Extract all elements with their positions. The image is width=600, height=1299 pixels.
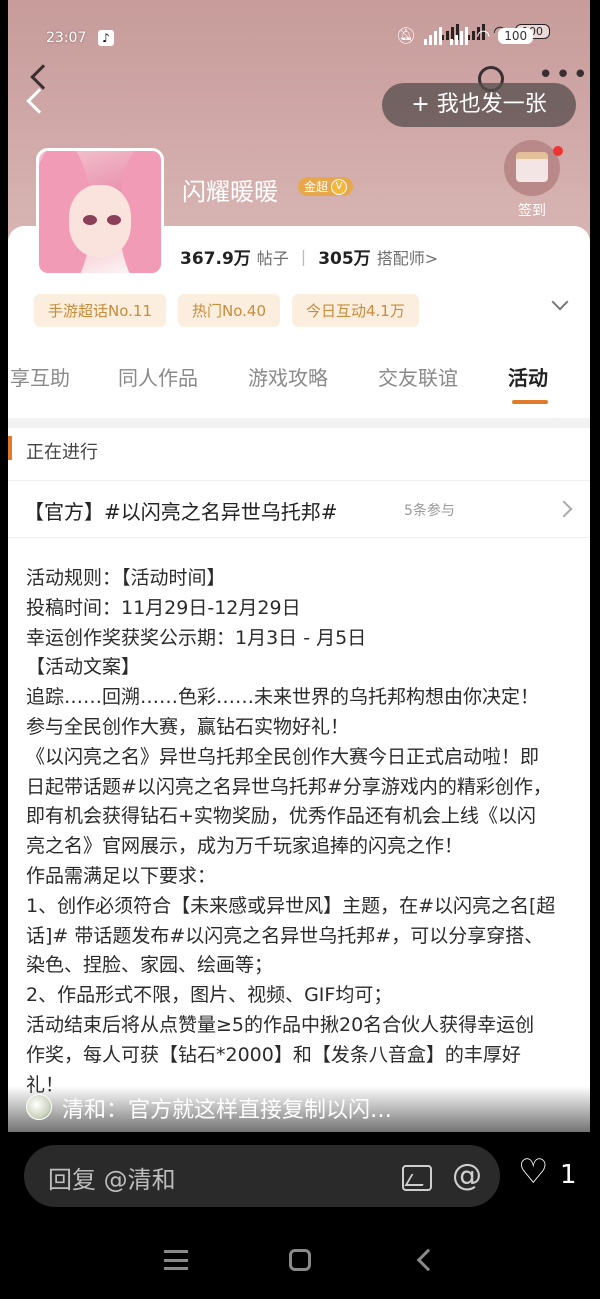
tiktok-icon: ♪	[98, 30, 114, 46]
tab-help[interactable]: 享互助	[10, 362, 70, 391]
tag-rank-mobile[interactable]: 手游超话No.11	[34, 294, 166, 327]
description-line: 活动结束后将从点赞量≥5的作品中揪20名合伙人获得幸运创	[26, 1013, 535, 1036]
nav-back-icon[interactable]	[416, 1248, 440, 1272]
post-image[interactable]: ◠ 100 ••• 签到 闪耀暖暖 金超 V 367.9万 帖子 | 305万 …	[8, 0, 590, 1132]
description-line: 活动规则：【活动时间】	[26, 567, 226, 589]
image-icon[interactable]	[402, 1165, 432, 1191]
calendar-icon	[516, 152, 548, 182]
notification-dot	[553, 146, 563, 156]
reply-placeholder[interactable]: 回复 @清和	[48, 1160, 176, 1195]
topic-tabs: 享互助 同人作品 游戏攻略 交友联谊 活动	[8, 362, 590, 406]
menu-icon[interactable]	[164, 1250, 188, 1270]
topic-name: 闪耀暖暖	[182, 178, 278, 206]
divider	[8, 418, 590, 428]
description-line: 参与全民创作大赛，赢钻石实物好礼！	[26, 715, 350, 738]
verified-icon: V	[331, 178, 348, 195]
description-line: 《以闪亮之名》异世乌托邦全民创作大赛今日正式启动啦！即	[26, 745, 540, 768]
description-line: 幸运创作奖获奖公示期：1月3日 - 月5日	[26, 626, 367, 649]
status-time: 23:07	[46, 30, 87, 46]
activity-description: 活动规则：【活动时间】 投稿时间：11月29日-12月29日 幸运创作奖获奖公示…	[26, 564, 586, 1100]
super-topic-badge: 金超 V	[298, 177, 354, 196]
post-one-too-button[interactable]: + 我也发一张	[382, 83, 576, 127]
description-line: 亮之名》官网展示，成为万千玩家追捧的闪亮之作！	[26, 835, 464, 858]
tab-fan-works[interactable]: 同人作品	[118, 362, 198, 391]
description-line: 染色、捏脸、家园、绘画等；	[26, 954, 274, 977]
avatar[interactable]	[26, 1094, 52, 1120]
activity-title[interactable]: 【官方】#以闪亮之名异世乌托邦#	[24, 496, 338, 525]
signin-label: 签到	[518, 203, 546, 219]
description-line: 1、创作必须符合【未来感或异世风】主题，在#以闪亮之名[超	[26, 894, 556, 917]
posts-label: 帖子	[256, 248, 289, 268]
active-tab-indicator	[512, 400, 548, 404]
tab-activity[interactable]: 活动	[508, 362, 548, 391]
tag-daily-interaction[interactable]: 今日互动4.1万	[292, 294, 419, 327]
topic-stats: 367.9万 帖子 | 305万 搭配师>	[180, 244, 438, 269]
wifi-icon: ◠	[476, 26, 491, 45]
heart-icon[interactable]: ♡	[518, 1152, 548, 1192]
description-line: 作品需满足以下要求：	[26, 864, 217, 887]
mute-icon: 🔕︎	[396, 26, 417, 45]
designers-link[interactable]: 搭配师>	[377, 245, 438, 269]
battery: 100	[498, 27, 534, 44]
designers-count[interactable]: 305万	[318, 244, 371, 269]
description-line: 作奖，每人可获【钻石*2000】和【发条八音盒】的丰厚好	[26, 1043, 521, 1066]
home-icon[interactable]	[289, 1249, 311, 1271]
activity-participants: 5条参与	[404, 503, 455, 519]
description-line: 话]# 带话题发布#以闪亮之名异世乌托邦#，可以分享穿搭、	[26, 924, 544, 947]
description-line: 2、作品形式不限，图片、视频、GIF均可；	[26, 984, 393, 1007]
tab-guides[interactable]: 游戏攻略	[248, 362, 328, 391]
signal-icon	[424, 26, 443, 45]
tab-social[interactable]: 交友联谊	[378, 362, 458, 391]
posts-count: 367.9万	[180, 249, 251, 269]
comment-preview[interactable]: 清和：官方就这样直接复制以闪…	[62, 1092, 392, 1124]
description-line: 投稿时间：11月29日-12月29日	[26, 596, 301, 619]
description-line: 【活动文案】	[26, 656, 141, 679]
description-line: 追踪……回溯……色彩……未来世界的乌托邦构想由你决定！	[26, 686, 540, 709]
status-icons: 🔕︎ ◠ 100	[396, 26, 534, 45]
like-count: 1	[560, 1160, 577, 1190]
signal-icon	[450, 26, 469, 45]
tag-rank-hot[interactable]: 热门No.40	[178, 294, 280, 327]
description-line: 即有机会获得钻石+实物奖励，优秀作品还有机会上线《以闪	[26, 805, 536, 828]
section-label: 正在进行	[26, 442, 98, 463]
topic-avatar[interactable]	[36, 148, 164, 276]
description-line: 日起带话题#以闪亮之名异世乌托邦#分享游戏内的精彩创作，	[26, 775, 552, 798]
badge-label: 金超	[304, 180, 329, 194]
at-icon[interactable]: @	[452, 1158, 482, 1193]
topic-tags: 手游超话No.11 热门No.40 今日互动4.1万	[34, 294, 419, 327]
